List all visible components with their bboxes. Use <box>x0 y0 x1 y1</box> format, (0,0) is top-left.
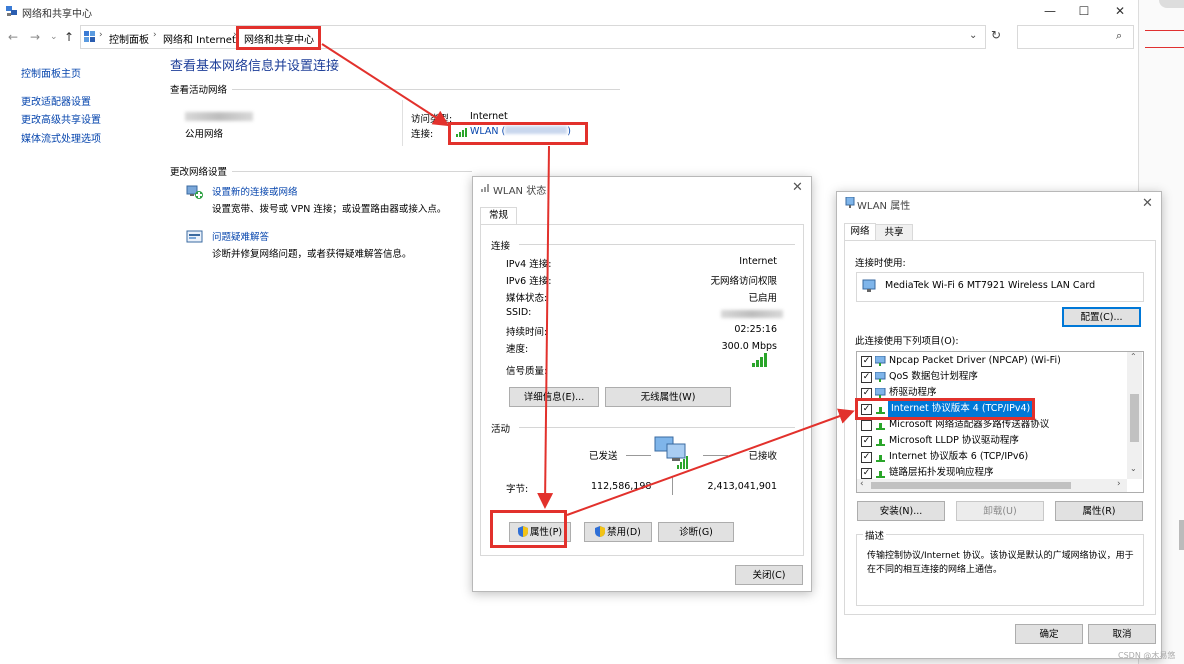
arrow-to-wlan <box>321 43 450 127</box>
watermark: CSDN @木易悠 <box>1118 651 1176 660</box>
annotation-arrows <box>321 43 855 516</box>
arrow-to-ipv4 <box>566 408 855 516</box>
arrow-to-properties <box>537 145 554 509</box>
